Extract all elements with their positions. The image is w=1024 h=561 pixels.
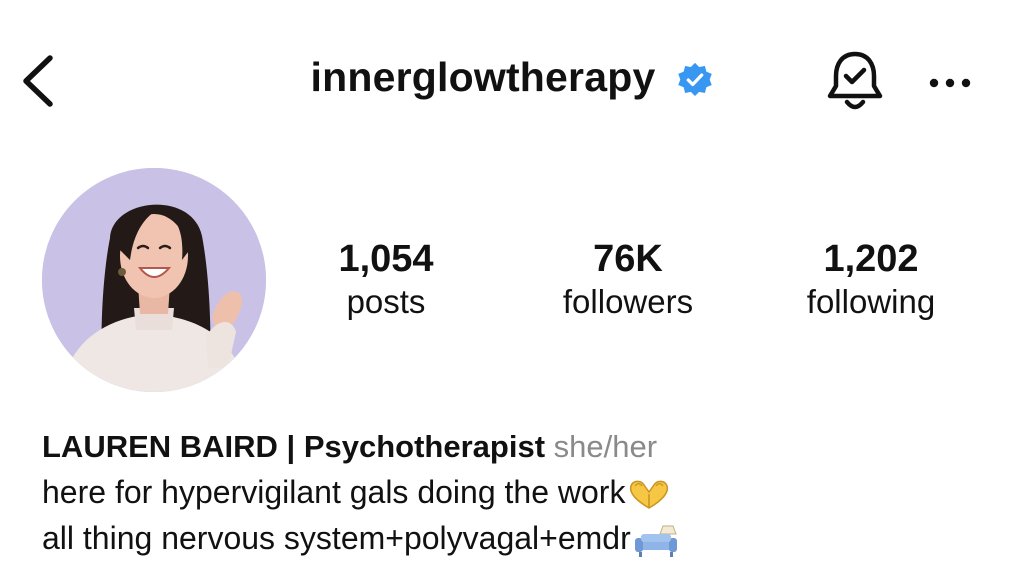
bio-text: here for hypervigilant gals doing the wo… — [42, 474, 626, 510]
more-options-button[interactable] — [922, 68, 978, 98]
display-name: LAUREN BAIRD | Psychotherapist — [42, 429, 546, 464]
bio-line: all thing nervous system+polyvagal+emdr — [42, 515, 1002, 561]
bell-check-icon — [827, 51, 883, 110]
stat-value: 1,054 — [338, 238, 434, 280]
stat-followers[interactable]: 76K followers — [528, 236, 728, 322]
couch-and-lamp-icon — [634, 525, 677, 557]
verified-badge-icon — [678, 62, 713, 96]
stat-label: posts — [346, 283, 426, 320]
heart-hands-icon — [630, 480, 669, 509]
bio-name-line: LAUREN BAIRD | Psychotherapist she/her — [42, 425, 1002, 469]
more-horizontal-icon — [929, 78, 971, 88]
pronouns: she/her — [553, 429, 658, 464]
stat-following[interactable]: 1,202 following — [771, 236, 971, 322]
stat-value: 1,202 — [823, 238, 919, 280]
stat-posts[interactable]: 1,054 posts — [286, 236, 486, 322]
stat-value: 76K — [593, 238, 663, 280]
profile-username: innerglowtherapy — [310, 54, 656, 100]
notifications-button[interactable] — [822, 46, 888, 116]
stat-label: following — [806, 283, 936, 320]
profile-bio: LAUREN BAIRD | Psychotherapist she/her h… — [42, 425, 1002, 561]
bio-line: here for hypervigilant gals doing the wo… — [42, 469, 1002, 515]
stat-label: followers — [562, 283, 694, 320]
profile-header: innerglowtherapy — [0, 0, 1024, 170]
profile-avatar[interactable] — [42, 168, 266, 392]
bio-text: all thing nervous system+polyvagal+emdr — [42, 520, 631, 556]
avatar-photo — [42, 168, 266, 392]
